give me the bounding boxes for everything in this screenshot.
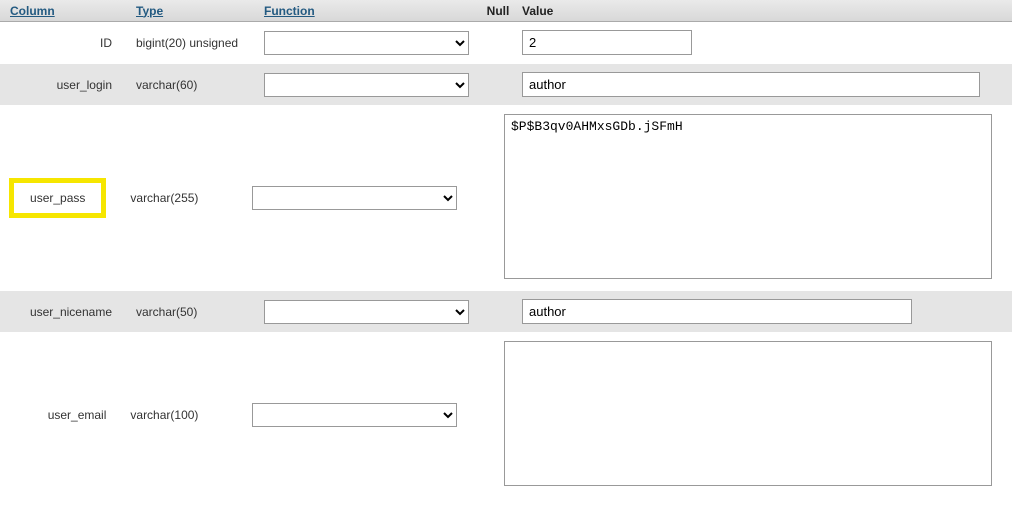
header-function[interactable]: Function (258, 1, 480, 21)
column-type: varchar(50) (130, 305, 258, 319)
column-name: user_email (0, 408, 124, 422)
column-type: varchar(255) (124, 191, 246, 205)
function-select[interactable] (264, 73, 469, 97)
value-cell: $P$B3qv0AHMxsGDb.jSFmH (498, 114, 1012, 282)
table-row: user_nicename varchar(50) (0, 291, 1012, 333)
function-select[interactable] (252, 186, 457, 210)
table-row: ID bigint(20) unsigned (0, 22, 1012, 64)
table-row: user_login varchar(60) (0, 64, 1012, 106)
header-value[interactable]: Value (516, 1, 1012, 21)
value-input[interactable] (522, 299, 912, 324)
table-header-row: Column Type Function Null Value (0, 0, 1012, 22)
function-select[interactable] (264, 300, 469, 324)
column-type: bigint(20) unsigned (130, 36, 258, 50)
table-row: user_pass varchar(255) $P$B3qv0AHMxsGDb.… (0, 106, 1012, 291)
value-cell (516, 72, 1012, 97)
highlight-box: user_pass (9, 178, 106, 218)
value-input[interactable] (522, 30, 692, 55)
function-cell (258, 73, 480, 97)
column-name: user_nicename (0, 305, 130, 319)
value-cell (516, 30, 1012, 55)
value-cell (498, 341, 1012, 489)
table-row: user_email varchar(100) (0, 333, 1012, 498)
column-type: varchar(100) (124, 408, 246, 422)
header-column[interactable]: Column (0, 1, 130, 21)
value-cell (516, 299, 1012, 324)
value-input[interactable] (522, 72, 980, 97)
header-null[interactable]: Null (480, 1, 516, 21)
column-name: user_login (0, 78, 130, 92)
function-cell (246, 186, 463, 210)
function-select[interactable] (264, 31, 469, 55)
value-textarea[interactable] (504, 341, 992, 486)
function-cell (258, 31, 480, 55)
column-name: ID (0, 36, 130, 50)
db-edit-table: Column Type Function Null Value ID bigin… (0, 0, 1012, 498)
function-cell (246, 403, 463, 427)
value-textarea[interactable]: $P$B3qv0AHMxsGDb.jSFmH (504, 114, 992, 279)
column-name: user_pass (0, 178, 124, 218)
function-select[interactable] (252, 403, 457, 427)
column-type: varchar(60) (130, 78, 258, 92)
function-cell (258, 300, 480, 324)
header-type[interactable]: Type (130, 1, 258, 21)
